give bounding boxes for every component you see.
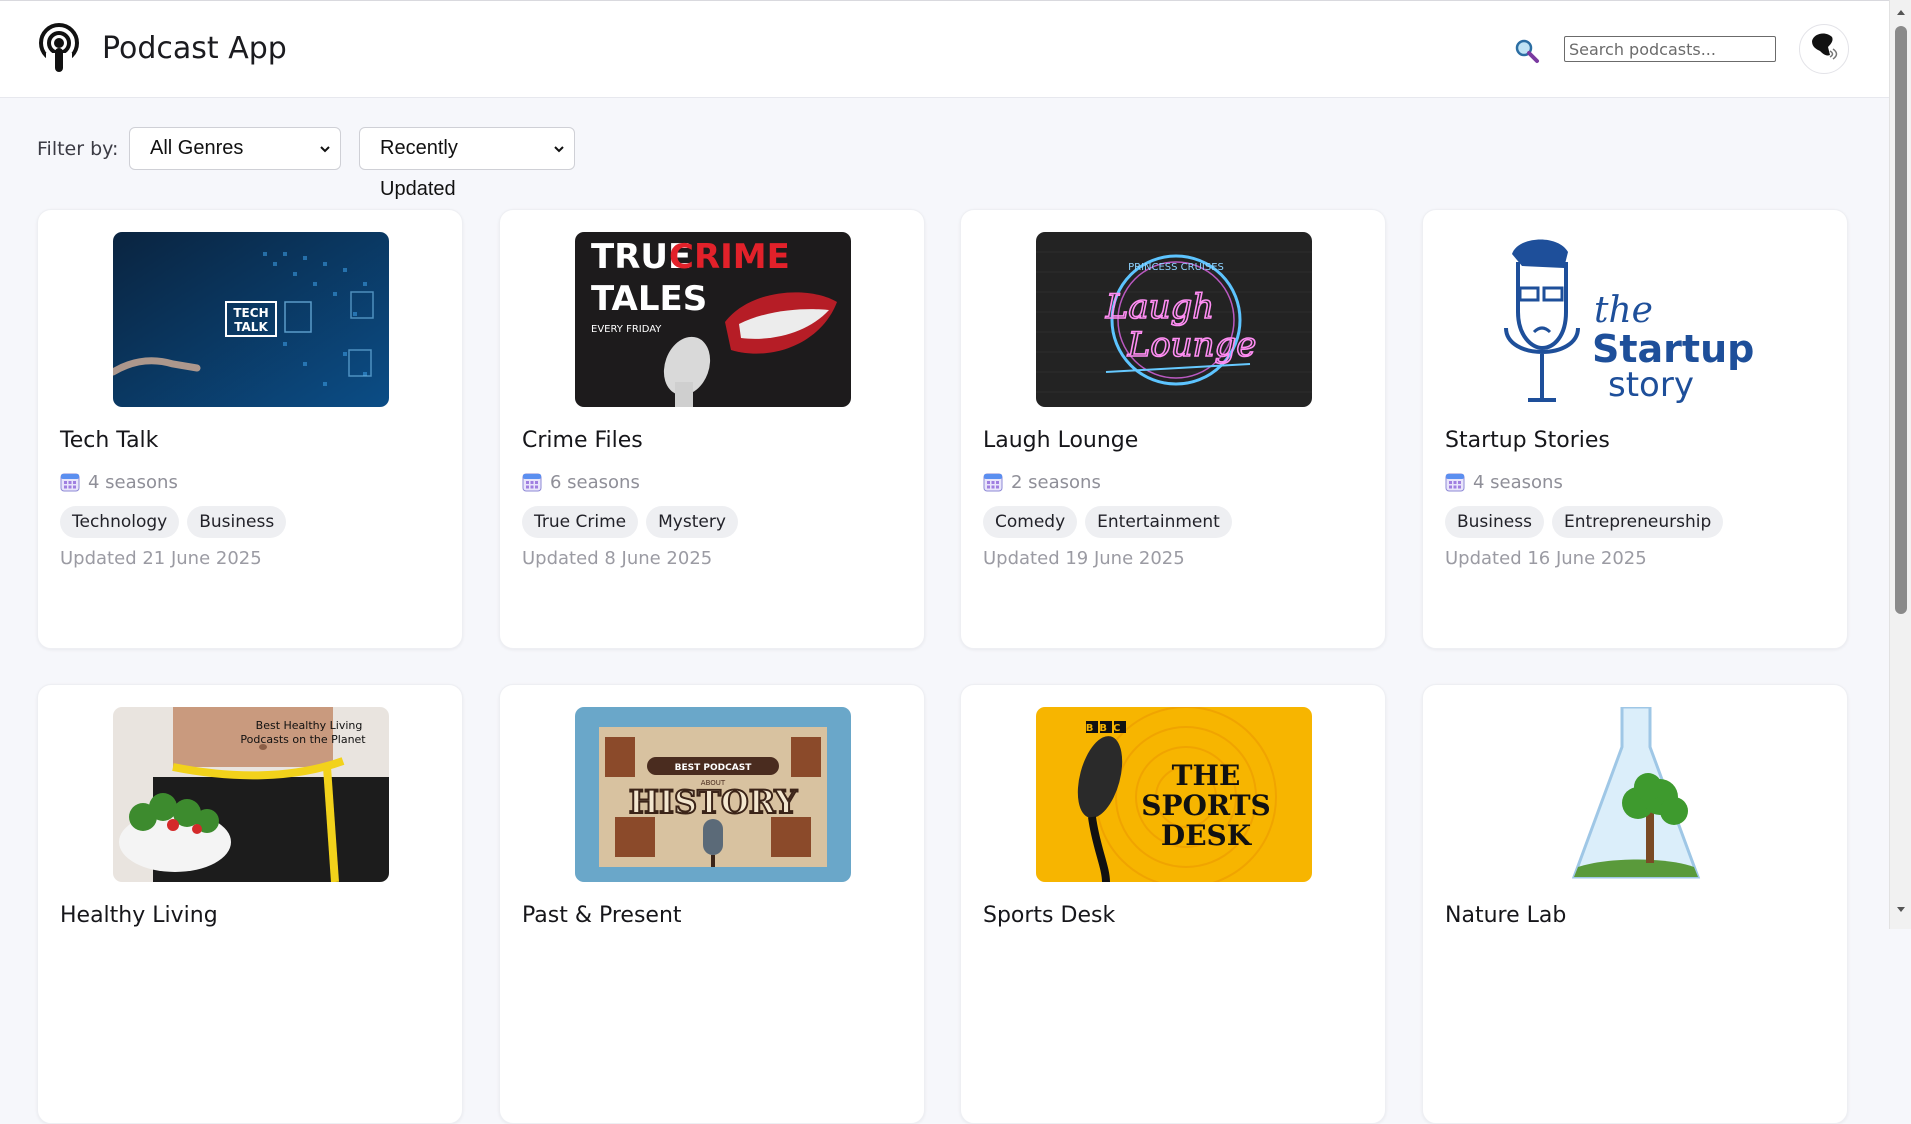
podcast-icon[interactable] — [36, 23, 82, 75]
podcast-title[interactable]: Laugh Lounge — [983, 428, 1138, 453]
tag[interactable]: Business — [187, 506, 287, 538]
cover-text: Podcasts on the Planet — [240, 733, 366, 746]
chevron-down-icon — [320, 146, 330, 153]
podcast-cover: TECH TALK — [113, 232, 389, 407]
podcast-title[interactable]: Past & Present — [522, 903, 682, 928]
tag[interactable]: Entertainment — [1085, 506, 1232, 538]
app-header: Podcast App — [0, 0, 1889, 98]
calendar-icon — [60, 473, 80, 492]
podcast-card[interactable]: Best Healthy Living Podcasts on the Plan… — [37, 684, 463, 1124]
seasons-label: 4 seasons — [1473, 471, 1563, 493]
podcast-title[interactable]: Healthy Living — [60, 903, 218, 928]
tag-list: Comedy Entertainment — [983, 506, 1232, 538]
calendar-icon — [1445, 473, 1465, 492]
cover-text: TALES — [591, 279, 707, 319]
tag[interactable]: Comedy — [983, 506, 1078, 538]
seasons-label: 2 seasons — [1011, 471, 1101, 493]
updated-date: Updated 21 June 2025 — [60, 548, 262, 569]
avatar[interactable] — [1799, 24, 1849, 74]
genre-select[interactable]: All Genres — [129, 127, 341, 170]
calendar-icon — [983, 473, 1003, 492]
podcast-cover: BEST PODCAST ABOUT HISTORY — [575, 707, 851, 882]
podcast-card[interactable]: BEST PODCAST ABOUT HISTORY Past & Presen… — [499, 684, 925, 1124]
svg-text:TECH: TECH — [233, 306, 268, 320]
seasons-label: 4 seasons — [88, 471, 178, 493]
podcast-card[interactable]: TRUE CRIME TALES EVERY FRIDAY Crime File… — [499, 209, 925, 649]
tag[interactable]: Business — [1445, 506, 1544, 538]
calendar-icon — [522, 473, 542, 492]
cover-text: Laugh — [1105, 287, 1214, 327]
seasons-count: 4 seasons — [60, 470, 178, 494]
seasons-count: 6 seasons — [522, 470, 640, 494]
tag[interactable]: Technology — [60, 506, 180, 538]
tag[interactable]: Entrepreneurship — [1551, 506, 1724, 538]
cover-text: EVERY FRIDAY — [591, 324, 662, 335]
cover-text: PRINCESS CRUISES — [1128, 262, 1224, 273]
chevron-down-icon — [554, 146, 564, 153]
podcast-cover: BBC THE SPORTS DESK — [1036, 707, 1312, 882]
tag[interactable]: Mystery — [646, 506, 738, 538]
cover-text: CRIME — [669, 237, 790, 277]
cover-text: the — [1594, 290, 1653, 331]
podcast-card[interactable]: TECH TALK Tech Talk 4 seasons Technology… — [37, 209, 463, 649]
podcast-title[interactable]: Startup Stories — [1445, 428, 1610, 453]
tag-list: True Crime Mystery — [522, 506, 738, 538]
cover-text: story — [1608, 365, 1694, 405]
cover-text: Lounge — [1127, 325, 1257, 365]
app-title: Podcast App — [102, 31, 287, 66]
cover-text: BBC — [1086, 723, 1127, 734]
updated-date: Updated 16 June 2025 — [1445, 548, 1647, 569]
seasons-count: 2 seasons — [983, 470, 1101, 494]
cover-text: SPORTS — [1141, 789, 1271, 822]
podcast-cover: TRUE CRIME TALES EVERY FRIDAY — [575, 232, 851, 407]
podcast-cover: PRINCESS CRUISES Laugh Lounge — [1036, 232, 1312, 407]
updated-date: Updated 19 June 2025 — [983, 548, 1185, 569]
podcast-card[interactable]: Nature Lab — [1422, 684, 1848, 1124]
seasons-label: 6 seasons — [550, 471, 640, 493]
vertical-scrollbar[interactable] — [1889, 0, 1911, 929]
cover-text: THE — [1172, 759, 1241, 792]
genre-select-value: All Genres — [150, 137, 244, 159]
podcast-card[interactable]: the Startup story Startup Stories 4 seas… — [1422, 209, 1848, 649]
svg-text:TALK: TALK — [234, 320, 268, 334]
scroll-down-icon[interactable] — [1895, 904, 1907, 916]
sort-select-value: Recently Updated — [380, 137, 458, 200]
tag-list: Technology Business — [60, 506, 287, 538]
podcast-title[interactable]: Tech Talk — [60, 428, 158, 453]
avatar-image — [1812, 33, 1838, 60]
search-icon[interactable] — [1514, 38, 1540, 64]
podcast-card[interactable]: PRINCESS CRUISES Laugh Lounge Laugh Loun… — [960, 209, 1386, 649]
cover-text: HISTORY — [629, 783, 799, 821]
podcast-card[interactable]: BBC THE SPORTS DESK Sports Desk — [960, 684, 1386, 1124]
scroll-thumb[interactable] — [1895, 26, 1907, 614]
podcast-cover: Best Healthy Living Podcasts on the Plan… — [113, 707, 389, 882]
podcast-cover: the Startup story — [1498, 232, 1774, 407]
seasons-count: 4 seasons — [1445, 470, 1563, 494]
scroll-up-icon[interactable] — [1895, 6, 1907, 18]
sort-select[interactable]: Recently Updated — [359, 127, 575, 200]
podcast-title[interactable]: Sports Desk — [983, 903, 1115, 928]
tag[interactable]: True Crime — [522, 506, 639, 538]
filter-label: Filter by: — [37, 138, 119, 160]
podcast-title[interactable]: Crime Files — [522, 428, 643, 453]
cover-text: DESK — [1161, 819, 1253, 852]
search-input[interactable] — [1564, 36, 1776, 62]
updated-date: Updated 8 June 2025 — [522, 548, 713, 569]
cover-text: BEST PODCAST — [675, 763, 753, 773]
tag-list: Business Entrepreneurship — [1445, 506, 1724, 538]
cover-text: Best Healthy Living — [256, 719, 363, 732]
podcast-title[interactable]: Nature Lab — [1445, 903, 1566, 928]
podcast-cover — [1498, 707, 1774, 882]
